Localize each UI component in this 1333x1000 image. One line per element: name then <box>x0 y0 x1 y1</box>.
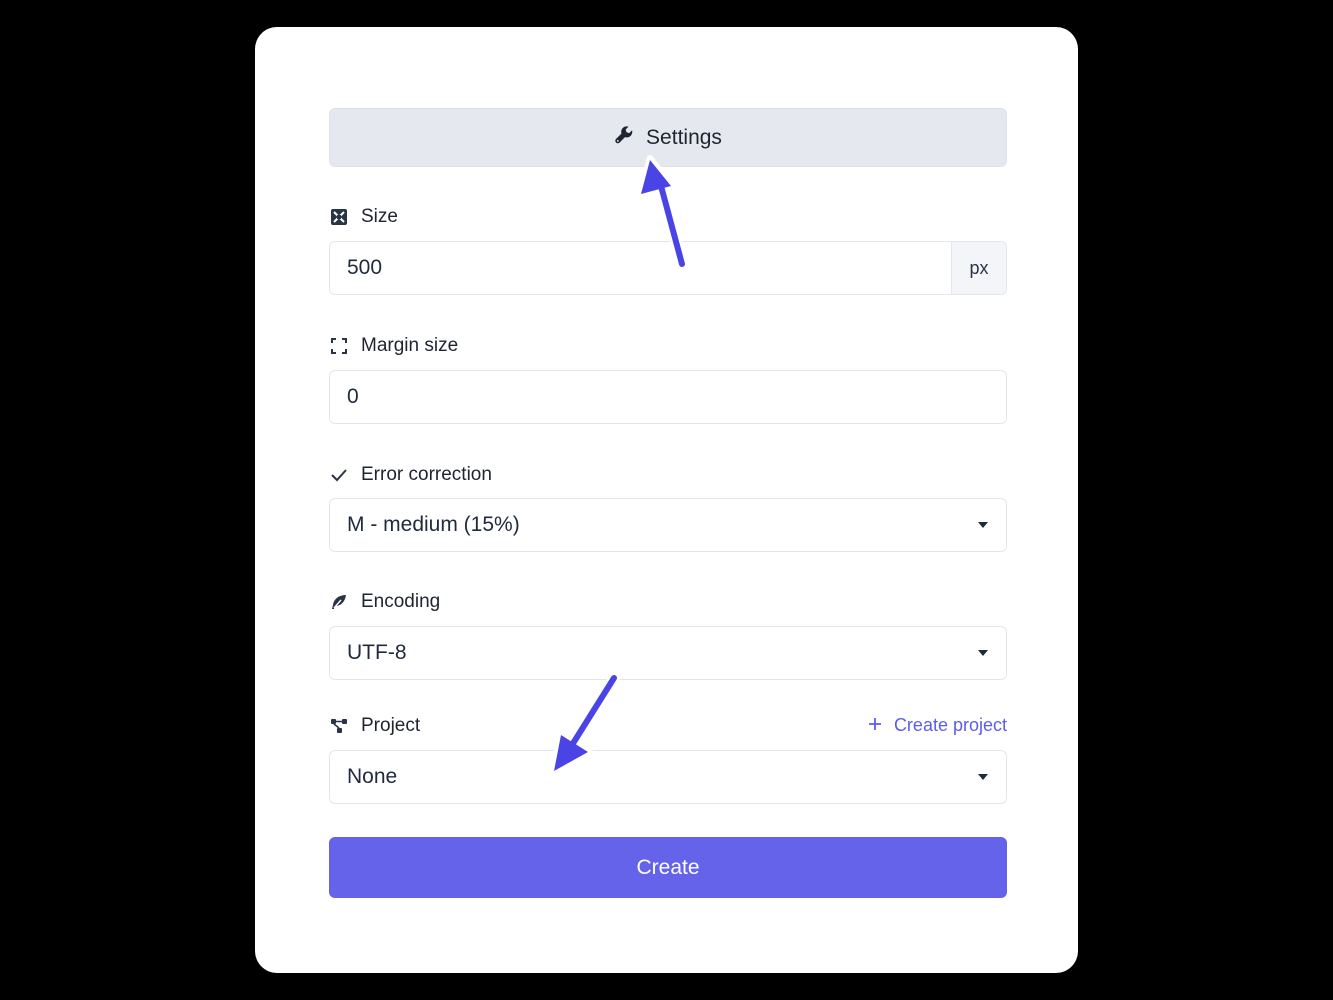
settings-card: Settings Size px Margin size <box>255 27 1078 973</box>
encoding-select[interactable]: UTF-8 <box>329 626 1007 680</box>
check-icon <box>329 466 348 485</box>
wrench-icon <box>614 125 634 151</box>
error-correction-value: M - medium (15%) <box>347 513 520 536</box>
margin-label-text: Margin size <box>361 335 459 356</box>
size-label: Size <box>329 206 398 228</box>
error-correction-label-text: Error correction <box>361 464 492 485</box>
encoding-label-text: Encoding <box>361 591 441 612</box>
project-label: Project <box>329 715 420 737</box>
create-button[interactable]: Create <box>329 837 1007 898</box>
size-input-group: px <box>329 241 1007 295</box>
nodes-icon <box>329 717 348 736</box>
margin-input-group <box>329 370 1007 424</box>
caret-down-icon <box>978 522 988 528</box>
expand-icon <box>329 208 348 227</box>
error-correction-select[interactable]: M - medium (15%) <box>329 498 1007 552</box>
encoding-value: UTF-8 <box>347 641 407 664</box>
feather-icon <box>329 593 348 612</box>
margin-input[interactable] <box>330 371 1006 423</box>
create-button-label: Create <box>636 855 700 879</box>
project-select[interactable]: None <box>329 750 1007 804</box>
plus-icon <box>868 715 882 736</box>
size-unit-addon: px <box>951 242 1006 294</box>
caret-down-icon <box>978 650 988 656</box>
project-label-text: Project <box>361 715 421 736</box>
settings-label: Settings <box>646 125 722 149</box>
create-project-label: Create project <box>893 715 1007 735</box>
size-label-text: Size <box>361 206 398 227</box>
error-correction-label: Error correction <box>329 464 492 486</box>
project-value: None <box>347 765 398 788</box>
settings-toggle-button[interactable]: Settings <box>329 108 1007 167</box>
caret-down-icon <box>978 774 988 780</box>
frame-corners-icon <box>329 337 348 356</box>
size-input[interactable] <box>330 242 951 294</box>
encoding-label: Encoding <box>329 591 440 613</box>
margin-label: Margin size <box>329 335 458 357</box>
create-project-link[interactable]: Create project <box>868 715 1007 736</box>
